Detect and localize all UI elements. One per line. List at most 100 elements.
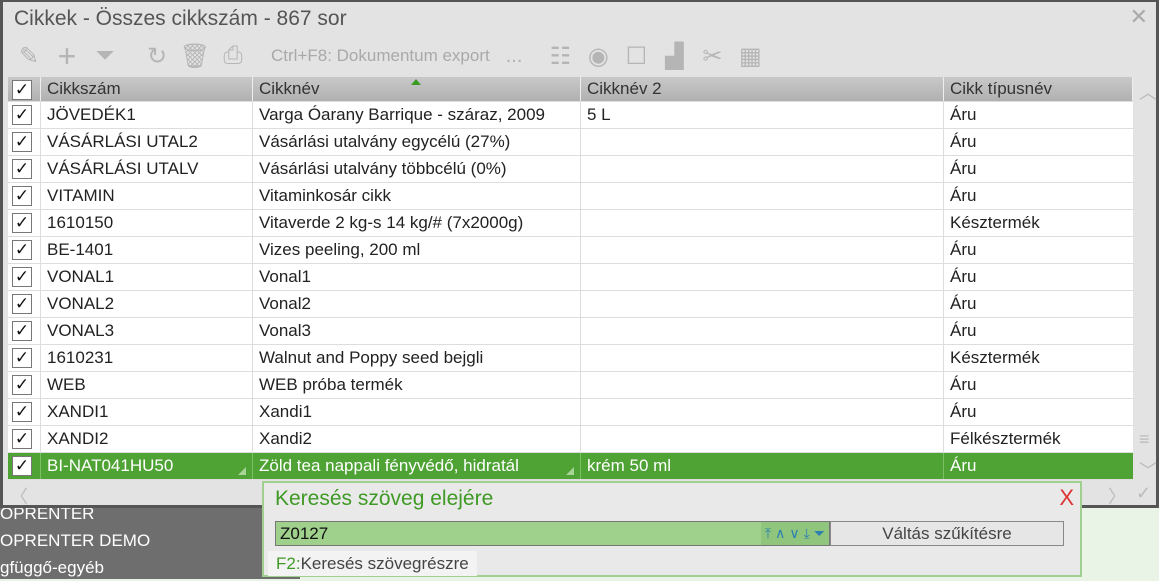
cell-code: VÁSÁRLÁSI UTAL2: [41, 129, 253, 155]
filter-icon[interactable]: ⏷: [814, 522, 825, 545]
column-header-name[interactable]: Cikknév: [253, 77, 581, 101]
prev-match-icon[interactable]: ∧: [775, 522, 785, 545]
cell-type: Áru: [950, 132, 977, 151]
row-checkbox[interactable]: ✓: [12, 213, 32, 233]
cell-name: Vonal1: [253, 264, 581, 290]
cell-text: Varga Óarany Barrique - száraz, 2009: [259, 105, 545, 124]
cell-code: VITAMIN: [41, 183, 253, 209]
search-hint[interactable]: F2:Keresés szövegrészre: [268, 551, 477, 576]
cell-text: WEB próba termék: [259, 375, 403, 394]
table-row[interactable]: ✓ VONAL3 Vonal3 Áru: [8, 318, 1133, 345]
cell-code: BI-NAT041HU50: [41, 453, 253, 479]
scroll-down-icon[interactable]: ﹀: [1139, 457, 1157, 483]
table-row[interactable]: ✓ JÖVEDÉK1 Varga Óarany Barrique - szára…: [8, 102, 1133, 129]
close-button[interactable]: ✕: [1130, 4, 1148, 30]
edit-indicator-icon: [238, 467, 246, 475]
table-row[interactable]: ✓ VONAL1 Vonal1 Áru: [8, 264, 1133, 291]
list-select-icon[interactable]: ☷: [546, 42, 574, 70]
table-row[interactable]: ✓ BI-NAT041HU50 Zöld tea nappali fényvéd…: [8, 453, 1133, 480]
next-match-icon[interactable]: ∨: [789, 522, 799, 545]
row-checkbox[interactable]: ✓: [12, 186, 32, 206]
window-icon[interactable]: ☐: [622, 42, 650, 70]
row-checkbox[interactable]: ✓: [12, 132, 32, 152]
cell-code: JÖVEDÉK1: [41, 102, 253, 128]
cell-type: Áru: [950, 240, 977, 259]
edit-icon[interactable]: ✎: [15, 42, 43, 70]
row-checkbox[interactable]: ✓: [12, 321, 32, 341]
row-checkbox[interactable]: ✓: [12, 294, 32, 314]
table-row[interactable]: ✓ XANDI1 Xandi1 Áru: [8, 399, 1133, 426]
cell-text: Walnut and Poppy seed bejgli: [259, 348, 484, 367]
check-icon: ✓: [1136, 483, 1152, 503]
background-item[interactable]: gfüggő-egyéb: [0, 554, 300, 581]
window-title: Cikkek - Összes cikkszám - 867 sor: [14, 7, 347, 30]
table-row[interactable]: ✓ VÁSÁRLÁSI UTAL2 Vásárlási utalvány egy…: [8, 129, 1133, 156]
background-item[interactable]: OPRENTER DEMO: [0, 527, 300, 554]
column-header-type[interactable]: Cikk típusnév: [944, 77, 1133, 101]
more-button[interactable]: ...: [506, 45, 523, 68]
delete-icon[interactable]: 🗑: [180, 42, 210, 70]
cell-type: Áru: [950, 105, 977, 124]
row-checkbox[interactable]: ✓: [12, 105, 32, 125]
scroll-menu-icon[interactable]: ≡: [1139, 429, 1150, 450]
cell-type: Áru: [950, 267, 977, 286]
first-match-icon[interactable]: ⤒: [765, 522, 771, 545]
table-row[interactable]: ✓ VITAMIN Vitaminkosár cikk Áru: [8, 183, 1133, 210]
row-checkbox[interactable]: ✓: [12, 456, 32, 476]
cell-name2: [581, 156, 944, 182]
cell-name: Vonal3: [253, 318, 581, 344]
vertical-scrollbar[interactable]: ︿ ≡ ﹀: [1133, 77, 1159, 507]
row-checkbox[interactable]: ✓: [12, 348, 32, 368]
cell-name: Zöld tea nappali fényvédő, hidratál: [253, 453, 581, 479]
last-match-icon[interactable]: ⤓: [804, 522, 810, 545]
chart-icon[interactable]: ▟: [660, 42, 688, 70]
excel-icon[interactable]: ▦: [736, 42, 764, 70]
row-checkbox[interactable]: ✓: [12, 159, 32, 179]
cell-text: 1610231: [47, 348, 114, 367]
cell-text: Vásárlási utalvány egycélú (27%): [259, 132, 511, 151]
cell-text: VÁSÁRLÁSI UTAL2: [47, 132, 198, 151]
filter-icon[interactable]: ⏷: [91, 42, 119, 70]
print-icon[interactable]: ⎙: [219, 42, 247, 70]
unpin-icon[interactable]: ✂: [698, 42, 726, 70]
column-header-name2[interactable]: Cikknév 2: [581, 77, 944, 101]
export-button[interactable]: Ctrl+F8: Dokumentum export: [271, 46, 490, 66]
row-checkbox[interactable]: ✓: [12, 267, 32, 287]
cell-name: Xandi2: [253, 426, 581, 452]
cell-text: WEB: [47, 375, 86, 394]
select-all-checkbox[interactable]: ✓: [12, 80, 32, 100]
scroll-right-icon[interactable]: 〉: [1108, 483, 1126, 509]
view-icon[interactable]: ◉: [584, 42, 612, 70]
cell-text: VITAMIN: [47, 186, 115, 205]
hint-key: F2:: [276, 554, 301, 573]
table-row[interactable]: ✓ 1610150 Vitaverde 2 kg-s 14 kg/# (7x20…: [8, 210, 1133, 237]
table-row[interactable]: ✓ WEB WEB próba termék Áru: [8, 372, 1133, 399]
search-input[interactable]: Z0127 ⤒ ∧ ∨ ⤓ ⏷: [275, 521, 830, 546]
table-row[interactable]: ✓ VONAL2 Vonal2 Áru: [8, 291, 1133, 318]
cell-code: VONAL2: [41, 291, 253, 317]
table-row[interactable]: ✓ BE-1401 Vizes peeling, 200 ml Áru: [8, 237, 1133, 264]
scroll-up-icon[interactable]: ︿: [1139, 79, 1157, 105]
column-header-label: Cikknév: [259, 79, 320, 98]
table-row[interactable]: ✓ XANDI2 Xandi2 Félkésztermék: [8, 426, 1133, 453]
cell-name2: [581, 345, 944, 371]
refresh-icon[interactable]: ↻: [143, 42, 171, 70]
cell-name: Vásárlási utalvány egycélú (27%): [253, 129, 581, 155]
table-row[interactable]: ✓ VÁSÁRLÁSI UTALV Vásárlási utalvány töb…: [8, 156, 1133, 183]
row-checkbox[interactable]: ✓: [12, 240, 32, 260]
items-window: Cikkek - Összes cikkszám - 867 sor ✕ ✎ +…: [0, 0, 1159, 508]
scroll-left-icon[interactable]: 〈: [10, 483, 28, 509]
table-row[interactable]: ✓ 1610231 Walnut and Poppy seed bejgli K…: [8, 345, 1133, 372]
search-close-button[interactable]: X: [1059, 485, 1074, 511]
switch-to-filter-button[interactable]: Váltás szűkítésre: [830, 521, 1064, 546]
cell-type: Késztermék: [950, 213, 1040, 232]
add-icon[interactable]: +: [53, 38, 81, 74]
cell-text: VONAL1: [47, 267, 115, 286]
row-checkbox[interactable]: ✓: [12, 402, 32, 422]
cell-text: VONAL3: [47, 321, 115, 340]
cell-name2: [581, 426, 944, 452]
edit-indicator-icon: [566, 467, 574, 475]
row-checkbox[interactable]: ✓: [12, 375, 32, 395]
column-header-code[interactable]: Cikkszám: [41, 77, 253, 101]
row-checkbox[interactable]: ✓: [12, 429, 32, 449]
